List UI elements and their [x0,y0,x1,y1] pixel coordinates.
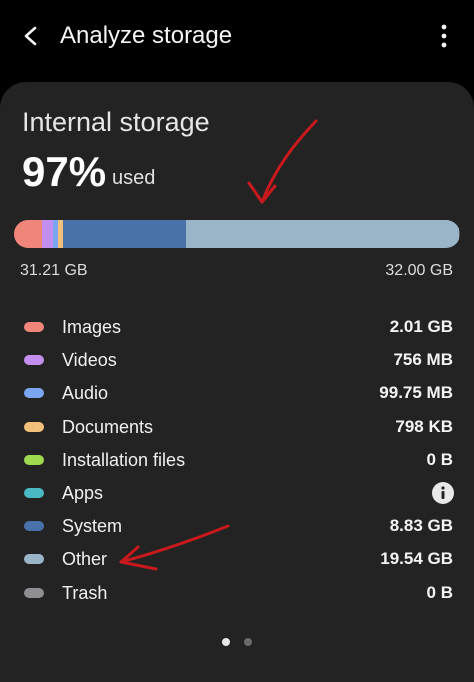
bar-segment-images [14,220,42,248]
total-amount: 32.00 GB [385,262,453,279]
category-value: 2.01 GB [389,317,453,336]
category-row-trash[interactable]: Trash 0 B [0,577,474,610]
category-value: 19.54 GB [380,549,453,569]
category-color-dot [24,554,44,565]
category-label: Audio [62,383,109,404]
bar-segment-videos [42,220,53,248]
category-color-dot [24,322,44,332]
category-row-videos[interactable]: Videos 756 MB [0,344,474,377]
category-value: 756 MB [393,350,453,370]
page-title: Analyze storage [60,22,233,49]
category-row-system[interactable]: System 8.83 GB [0,510,474,543]
category-row-apps[interactable]: Apps [0,477,474,510]
category-color-dot [24,487,44,498]
category-label: System [62,516,123,537]
category-row-audio[interactable]: Audio 99.75 MB [0,377,474,410]
category-color-dot [24,454,44,465]
page-dot-active[interactable] [222,638,230,646]
app-bar: Analyze storage [0,0,474,72]
category-row-installation-files[interactable]: Installation files 0 B [0,444,474,477]
category-label: Documents [62,416,154,437]
category-value: 0 B [426,582,453,602]
category-color-dot [24,421,44,432]
storage-name: Internal storage [22,107,210,137]
category-value: 8.83 GB [389,516,453,536]
bar-segment-other [186,220,459,248]
category-color-dot [24,587,44,598]
more-options-button[interactable] [428,20,460,52]
chevron-left-icon [24,26,37,46]
category-value: 0 B [426,449,453,469]
storage-usage-bar [14,220,460,248]
category-label: Apps [62,482,104,503]
category-label: Installation files [62,449,186,470]
info-icon[interactable] [431,481,455,505]
percent-used: 97% [22,148,107,195]
category-label: Images [62,317,122,337]
category-label: Videos [62,350,117,371]
used-amount: 31.21 GB [20,262,88,279]
category-row-images[interactable]: Images 2.01 GB [0,311,474,344]
back-button[interactable] [14,18,50,54]
category-color-dot [24,388,44,399]
category-color-dot [24,355,44,366]
category-list: Images 2.01 GB Videos 756 MB Audio 99.75 MB Do… [0,311,474,610]
used-suffix: used [112,167,156,189]
category-label: Trash [62,582,108,603]
page-indicator [0,632,474,652]
category-label: Other [62,549,108,570]
bar-segment-system [63,220,187,248]
more-vertical-icon [441,24,447,48]
category-value: 99.75 MB [379,383,453,403]
category-row-documents[interactable]: Documents 798 KB [0,411,474,444]
category-value: 798 KB [395,416,453,436]
category-row-other[interactable]: Other 19.54 GB [0,543,474,576]
category-color-dot [24,521,44,532]
page-dot[interactable] [244,638,252,646]
